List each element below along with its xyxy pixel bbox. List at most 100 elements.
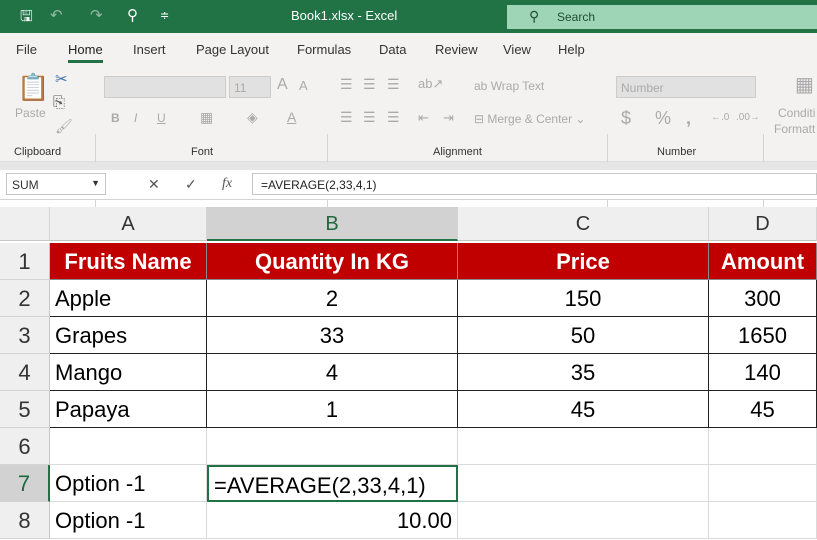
- increase-decimal-icon[interactable]: ←.0: [711, 112, 729, 123]
- decrease-font-icon[interactable]: A: [299, 78, 308, 93]
- cell-a1[interactable]: Fruits Name: [50, 243, 207, 280]
- row-header-3[interactable]: 3: [0, 317, 50, 354]
- cell-b6[interactable]: [207, 428, 458, 465]
- cell-a5[interactable]: Papaya: [50, 391, 207, 428]
- decrease-indent-icon[interactable]: ⇤: [418, 110, 429, 126]
- cell-a8[interactable]: Option -1: [50, 502, 207, 539]
- cell-c8[interactable]: [458, 502, 709, 539]
- column-header-a[interactable]: A: [50, 207, 207, 241]
- percent-icon[interactable]: %: [655, 108, 671, 129]
- cell-a6[interactable]: [50, 428, 207, 465]
- row-header-4[interactable]: 4: [0, 354, 50, 391]
- borders-icon[interactable]: ▦: [200, 109, 213, 126]
- cancel-icon[interactable]: ✕: [148, 176, 160, 193]
- cell-d7[interactable]: [709, 465, 817, 502]
- name-box[interactable]: SUM ▼: [6, 173, 106, 195]
- save-icon[interactable]: 🖫: [20, 6, 33, 31]
- insert-function-icon[interactable]: fx: [222, 176, 232, 192]
- tab-file[interactable]: File: [16, 42, 37, 57]
- paste-icon[interactable]: 📋: [17, 72, 49, 103]
- increase-indent-icon[interactable]: ⇥: [443, 110, 454, 126]
- cell-c5[interactable]: 45: [458, 391, 709, 428]
- cell-c1[interactable]: Price: [458, 243, 709, 280]
- cell-c4[interactable]: 35: [458, 354, 709, 391]
- orientation-icon[interactable]: ab↗: [418, 76, 443, 92]
- underline-icon[interactable]: U: [157, 111, 166, 125]
- column-header-c[interactable]: C: [458, 207, 709, 241]
- cell-d4[interactable]: 140: [709, 354, 817, 391]
- row-header-7[interactable]: 7: [0, 465, 50, 502]
- row-header-8[interactable]: 8: [0, 502, 50, 539]
- cell-a7[interactable]: Option -1: [50, 465, 207, 502]
- row-header-2[interactable]: 2: [0, 280, 50, 317]
- redo-icon[interactable]: ↷: [90, 6, 103, 24]
- row-header-5[interactable]: 5: [0, 391, 50, 428]
- column-header-b[interactable]: B: [207, 207, 458, 241]
- tab-data[interactable]: Data: [379, 42, 406, 57]
- copy-icon[interactable]: ⎘: [53, 94, 65, 111]
- enter-icon[interactable]: ✓: [185, 176, 197, 193]
- wrap-text-button[interactable]: ab Wrap Text: [474, 79, 544, 93]
- cell-a3[interactable]: Grapes: [50, 317, 207, 354]
- search-box[interactable]: ⚲ Search: [507, 5, 817, 29]
- cell-d5[interactable]: 45: [709, 391, 817, 428]
- increase-font-icon[interactable]: A: [277, 76, 288, 94]
- cell-d1[interactable]: Amount: [709, 243, 817, 280]
- tab-help[interactable]: Help: [558, 42, 585, 57]
- font-name-select[interactable]: [104, 76, 226, 98]
- cell-b8[interactable]: 10.00: [207, 502, 458, 539]
- row-header-6[interactable]: 6: [0, 428, 50, 465]
- formula-input[interactable]: =AVERAGE(2,33,4,1): [252, 173, 817, 195]
- bold-icon[interactable]: B: [111, 111, 120, 125]
- cell-d6[interactable]: [709, 428, 817, 465]
- align-right-icon[interactable]: ☰: [387, 109, 400, 126]
- undo-icon[interactable]: ↶: [50, 6, 63, 24]
- cell-c2[interactable]: 150: [458, 280, 709, 317]
- tab-insert[interactable]: Insert: [133, 42, 166, 57]
- cell-b5[interactable]: 1: [207, 391, 458, 428]
- decrease-decimal-icon[interactable]: .00→: [736, 112, 760, 123]
- middle-align-icon[interactable]: ☰: [363, 76, 376, 93]
- tab-page-layout[interactable]: Page Layout: [196, 42, 269, 57]
- number-format-select[interactable]: Number: [616, 76, 756, 98]
- cell-d2[interactable]: 300: [709, 280, 817, 317]
- cell-c3[interactable]: 50: [458, 317, 709, 354]
- conditional-formatting-label[interactable]: Conditi: [778, 106, 815, 120]
- cell-a4[interactable]: Mango: [50, 354, 207, 391]
- bottom-align-icon[interactable]: ☰: [387, 76, 400, 93]
- paste-button[interactable]: Paste: [15, 106, 46, 120]
- conditional-formatting-icon[interactable]: ▦: [795, 72, 814, 97]
- cell-c7[interactable]: [458, 465, 709, 502]
- search-icon[interactable]: ⚲: [127, 6, 138, 24]
- tab-home[interactable]: Home: [68, 42, 103, 63]
- cell-b3[interactable]: 33: [207, 317, 458, 354]
- align-left-icon[interactable]: ☰: [340, 109, 353, 126]
- select-all-button[interactable]: [0, 207, 50, 241]
- conditional-formatting-label-2[interactable]: Formatt: [774, 122, 815, 136]
- currency-icon[interactable]: $: [621, 108, 631, 129]
- font-size-select[interactable]: 11: [229, 76, 271, 98]
- italic-icon[interactable]: I: [134, 111, 137, 125]
- customize-toolbar-icon[interactable]: ≑: [160, 9, 169, 22]
- cell-b4[interactable]: 4: [207, 354, 458, 391]
- cut-icon[interactable]: ✂: [55, 70, 68, 88]
- tab-view[interactable]: View: [503, 42, 531, 57]
- tab-review[interactable]: Review: [435, 42, 478, 57]
- cell-b2[interactable]: 2: [207, 280, 458, 317]
- top-align-icon[interactable]: ☰: [340, 76, 353, 93]
- fill-color-icon[interactable]: ◈: [247, 109, 258, 126]
- tab-formulas[interactable]: Formulas: [297, 42, 351, 57]
- column-header-d[interactable]: D: [709, 207, 817, 241]
- format-painter-icon[interactable]: 🖌: [55, 118, 73, 135]
- align-center-icon[interactable]: ☰: [363, 109, 376, 126]
- cell-d8[interactable]: [709, 502, 817, 539]
- cell-c6[interactable]: [458, 428, 709, 465]
- font-color-icon[interactable]: A: [287, 109, 296, 125]
- merge-center-button[interactable]: ⊟ Merge & Center ⌄: [474, 112, 585, 126]
- comma-icon[interactable]: ,: [686, 108, 691, 129]
- cell-b7[interactable]: =AVERAGE(2,33,4,1): [207, 465, 458, 502]
- row-header-1[interactable]: 1: [0, 243, 50, 280]
- cell-d3[interactable]: 1650: [709, 317, 817, 354]
- cell-a2[interactable]: Apple: [50, 280, 207, 317]
- cell-b1[interactable]: Quantity In KG: [207, 243, 458, 280]
